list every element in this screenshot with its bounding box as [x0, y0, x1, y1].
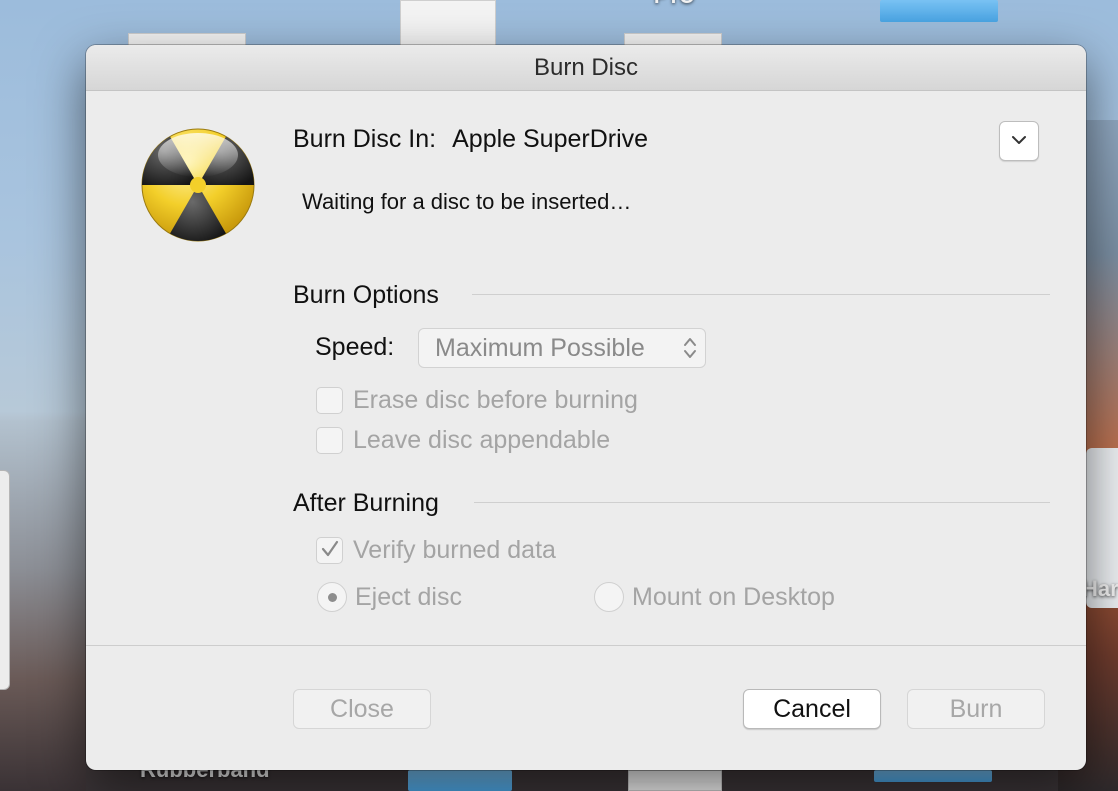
status-message: Waiting for a disc to be inserted…: [302, 189, 632, 214]
leave-appendable-option[interactable]: Leave disc appendable: [316, 426, 610, 455]
radio-selected-dot: [327, 592, 337, 602]
desktop-folder-icon[interactable]: [880, 0, 998, 22]
erase-disc-option[interactable]: Erase disc before burning: [316, 386, 638, 415]
speed-select[interactable]: Maximum Possible: [418, 328, 706, 368]
eject-disc-label: Eject disc: [355, 582, 462, 611]
section-divider: [472, 294, 1050, 295]
burn-destination-row: Burn Disc In: Apple SuperDrive: [293, 125, 648, 154]
desktop-document-thumbnail[interactable]: [628, 770, 722, 791]
section-divider: [474, 502, 1050, 503]
speed-value: Maximum Possible: [435, 334, 645, 362]
verify-data-checkbox[interactable]: [316, 537, 343, 564]
after-burning-heading: After Burning: [293, 489, 439, 517]
speed-label: Speed:: [315, 333, 395, 361]
background-window[interactable]: [0, 470, 10, 690]
leave-appendable-checkbox[interactable]: [316, 427, 343, 454]
chevron-down-icon: [1011, 132, 1027, 150]
leave-appendable-label: Leave disc appendable: [353, 426, 611, 454]
verify-data-label: Verify burned data: [353, 536, 556, 564]
checkmark-icon: [320, 536, 340, 565]
desktop-wallpaper-left: [0, 420, 86, 791]
mount-desktop-label: Mount on Desktop: [632, 582, 835, 611]
device-name: Apple SuperDrive: [452, 125, 649, 153]
desktop-folder-icon[interactable]: [408, 770, 512, 791]
burn-button[interactable]: Burn: [907, 689, 1045, 729]
disclosure-button[interactable]: [999, 121, 1039, 161]
title-bar[interactable]: Burn Disc: [86, 45, 1086, 91]
burn-radiation-icon: [140, 127, 256, 243]
desktop-document-thumbnail[interactable]: [400, 0, 496, 50]
mount-desktop-radio[interactable]: [594, 582, 624, 612]
burn-in-label: Burn Disc In:: [293, 125, 437, 153]
cancel-button[interactable]: Cancel: [743, 689, 881, 729]
desktop-folder-icon[interactable]: [874, 770, 992, 782]
close-button[interactable]: Close: [293, 689, 431, 729]
dialog-title: Burn Disc: [533, 54, 639, 81]
burn-options-heading: Burn Options: [293, 281, 439, 309]
mount-desktop-option[interactable]: Mount on Desktop: [594, 582, 835, 612]
eject-disc-radio[interactable]: [317, 582, 347, 612]
erase-disc-label: Erase disc before burning: [353, 386, 638, 414]
erase-disc-checkbox[interactable]: [316, 387, 343, 414]
burn-disc-dialog: Burn Disc Burn Disc In: Apple SuperDrive…: [86, 45, 1086, 770]
desktop-item-label: Har: [1082, 576, 1118, 601]
footer-divider: [86, 645, 1086, 646]
eject-disc-option[interactable]: Eject disc: [317, 582, 462, 612]
desktop-item-label: PTO: [654, 0, 695, 9]
up-down-arrows-icon: [681, 334, 699, 362]
verify-data-option[interactable]: Verify burned data: [316, 536, 556, 565]
